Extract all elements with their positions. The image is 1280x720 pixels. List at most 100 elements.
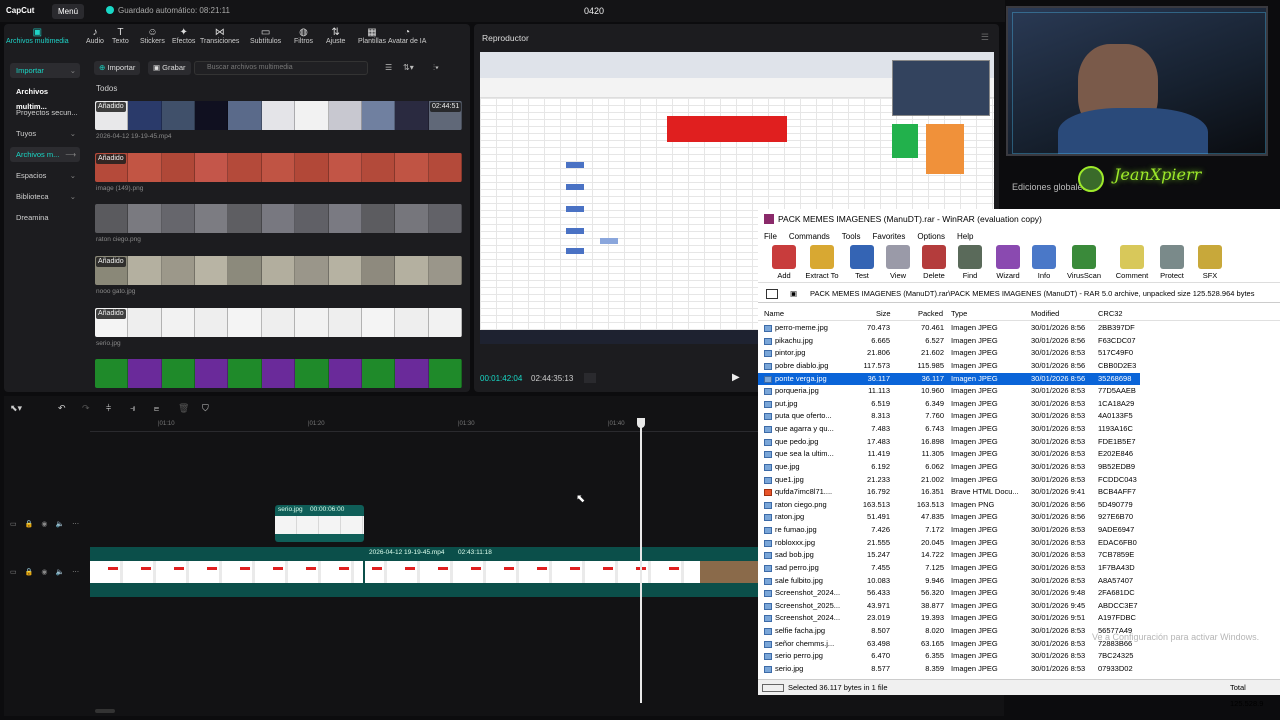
more-icon[interactable]: ⋯ [72,568,79,576]
media-item[interactable] [95,308,462,337]
file-row[interactable]: re fumao.jpg 7.426 7.172 Imagen JPEG 30/01/2… [758,524,1280,537]
header-size[interactable]: Size [876,309,891,318]
header-packed[interactable]: Packed [918,309,943,318]
file-row[interactable]: sad perro.jpg 7.455 7.125 Imagen JPEG 30/01/… [758,562,1280,575]
file-row[interactable]: put.jpg 6.519 6.349 Imagen JPEG 30/01/2026 8… [758,398,1280,411]
file-row[interactable]: Screenshot_2024... 56.433 56.320 Imagen JPE… [758,587,1280,600]
tool-3[interactable]: ☺ Stickers [140,27,165,45]
file-row[interactable]: que.jpg 6.192 6.062 Imagen JPEG 30/01/2026 8… [758,461,1280,474]
tool-view[interactable]: View [878,245,918,280]
more-icon[interactable]: ⋯ [72,520,79,528]
sidebar-item-2[interactable]: Proyectos secun... [10,105,80,120]
tool-protect[interactable]: Protect [1152,245,1192,280]
tool-5[interactable]: ⋈ Transiciones [200,27,239,45]
play-icon[interactable]: ▶ [732,372,740,383]
sidebar-item-1[interactable]: Archivos multim... [10,84,80,111]
file-row[interactable]: puta que oferto... 8.313 7.760 Imagen JPEG 3… [758,410,1280,423]
sidebar-item-3[interactable]: Tuyos ⌄ [10,126,80,141]
sort-icon[interactable]: ⇅▾ [403,63,414,72]
up-folder-icon[interactable] [766,289,778,299]
file-row[interactable]: perro-meme.jpg 70.473 70.461 Imagen JPEG 30/… [758,322,1280,335]
track-toggle-icon[interactable]: ▭ [10,568,17,576]
tool-sfx[interactable]: SFX [1190,245,1230,280]
media-item[interactable] [95,359,462,388]
redo-icon[interactable]: ↷ [82,403,90,414]
timeline-scrollbar[interactable] [95,709,115,713]
timecode-toggle-icon[interactable] [584,373,596,383]
menu-button[interactable]: Menú [52,4,85,19]
media-item[interactable] [95,153,462,182]
eye-icon[interactable]: ◉ [41,520,47,528]
sidebar-item-7[interactable]: Dreamina [10,210,80,225]
tool-add[interactable]: Add [764,245,804,280]
tool-6[interactable]: ▭ Subtítulos [250,27,281,45]
tool-delete[interactable]: Delete [914,245,954,280]
filter-icon[interactable]: ⫶▾ [433,63,439,73]
file-row[interactable]: raton.jpg 51.491 47.835 Imagen JPEG 30/01/20… [758,511,1280,524]
sidebar-item-5[interactable]: Espacios ⌄ [10,168,80,183]
sidebar-item-0[interactable]: Importar ⌄ [10,63,80,78]
tool-8[interactable]: ⇅ Ajuste [326,27,345,45]
media-item[interactable] [95,256,462,285]
audio-icon[interactable]: 🔈 [55,520,64,528]
tool-find[interactable]: Find [950,245,990,280]
audio-icon[interactable]: 🔈 [55,568,64,576]
file-row[interactable]: Screenshot_2024... 23.019 19.393 Imagen JPE… [758,612,1280,625]
file-row[interactable]: pobre diablo.jpg 117.573 115.985 Imagen JPE… [758,360,1280,373]
file-row[interactable]: raton ciego.png 163.513 163.513 Imagen PNG 3… [758,499,1280,512]
track-toggle-icon[interactable]: ▭ [10,520,17,528]
select-tool-icon[interactable]: ⬉▾ [10,403,22,414]
file-row[interactable]: serio.jpg 8.577 8.359 Imagen JPEG 30/01/2026… [758,663,1280,676]
tool-10[interactable]: ◔ Avatar de IA [388,27,426,45]
import-button[interactable]: ⊕ Importar [94,61,141,75]
file-row[interactable]: qufda7imc8l71.... 16.792 16.351 Brave HTML … [758,486,1280,499]
file-row[interactable]: porqueria.jpg 11.113 10.960 Imagen JPEG 30/0… [758,385,1280,398]
tool-9[interactable]: ▦ Plantillas [358,27,386,45]
clip-main-video[interactable]: 2026-04-12 19-19-45.mp4 02:43:11:18 [90,547,760,597]
file-row[interactable]: Screenshot_2025... 43.971 38.877 Imagen JPE… [758,600,1280,613]
lock-icon[interactable]: 🔒 [25,568,34,576]
file-row[interactable]: que1.jpg 21.233 21.002 Imagen JPEG 30/01/202… [758,474,1280,487]
file-row[interactable]: sad bob.jpg 15.247 14.722 Imagen JPEG 30/01/… [758,549,1280,562]
file-row[interactable]: sale fulbito.jpg 10.083 9.946 Imagen JPEG 30… [758,575,1280,588]
file-row[interactable]: ponte verga.jpg 36.117 36.117 Imagen JPEG 30… [758,372,1140,386]
sidebar-item-4[interactable]: Archivos m... ⟶ [10,147,80,162]
tool-comment[interactable]: Comment [1112,245,1152,280]
file-row[interactable]: que pedo.jpg 17.483 16.898 Imagen JPEG 30/01… [758,436,1280,449]
clip-serio[interactable]: serio.jpg 00:00:06:00 [275,505,364,542]
split-left-icon[interactable]: ⫣ [130,403,135,414]
lock-icon[interactable]: 🔒 [25,520,34,528]
menu-options[interactable]: Options [917,232,945,241]
tool-2[interactable]: T Texto [112,27,129,45]
header-modified[interactable]: Modified [1031,309,1059,318]
media-search-input[interactable]: Buscar archivos multimedia [194,61,368,75]
file-row[interactable]: pintor.jpg 21.806 21.602 Imagen JPEG 30/01/2… [758,347,1280,360]
sidebar-item-6[interactable]: Biblioteca ⌄ [10,189,80,204]
tool-test[interactable]: Test [842,245,882,280]
record-button[interactable]: ▣ Grabar [148,61,191,75]
undo-icon[interactable]: ↶ [58,403,66,414]
tool-wizard[interactable]: Wizard [988,245,1028,280]
playhead[interactable] [637,418,645,703]
split-icon[interactable]: ⫩ [106,403,111,414]
tool-4[interactable]: ✦ Efectos [172,27,195,45]
delete-icon[interactable]: 🗑 [178,403,189,414]
tool-0[interactable]: ▣ Archivos multimedia [6,27,69,45]
tool-extract-to[interactable]: Extract To [802,245,842,280]
tool-7[interactable]: ◍ Filtros [294,27,313,45]
menu-icon[interactable]: ☰ [981,32,989,43]
media-item[interactable] [95,204,462,233]
header-name[interactable]: Name [764,309,784,318]
eye-icon[interactable]: ◉ [41,568,47,576]
shield-icon[interactable]: ⛉ [202,403,209,414]
timeline-ruler[interactable]: |01:10 |01:20 |01:30 |01:40 [90,418,760,432]
menu-file[interactable]: File [764,232,777,241]
file-row[interactable]: serio perro.jpg 6.470 6.355 Imagen JPEG 30/0… [758,650,1280,663]
file-row[interactable]: que sea la ultim... 11.419 11.305 Imagen JP… [758,448,1280,461]
split-right-icon[interactable]: ⫢ [154,403,159,414]
file-row[interactable]: robloxxx.jpg 21.555 20.045 Imagen JPEG 30/01… [758,537,1280,550]
tool-1[interactable]: ♪ Audio [86,27,104,45]
tool-virusscan[interactable]: VirusScan [1064,245,1104,280]
menu-commands[interactable]: Commands [789,232,830,241]
file-row[interactable]: que agarra y qu... 7.483 6.743 Imagen JPEG 3… [758,423,1280,436]
